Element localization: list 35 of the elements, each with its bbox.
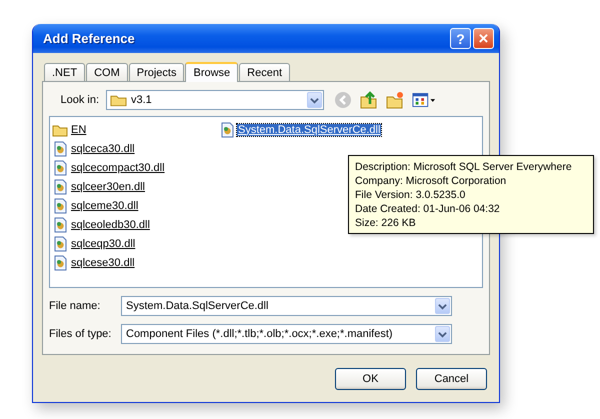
file-item[interactable]: sqlceca30.dll: [70, 142, 136, 154]
tooltip-text: Date Created: 01-Jun-06 04:32: [355, 202, 501, 216]
file-item[interactable]: sqlcese30.dll: [70, 256, 136, 268]
window-title: Add Reference: [43, 31, 135, 46]
file-item[interactable]: sqlceqp30.dll: [70, 238, 136, 250]
caret-icon[interactable]: [310, 96, 319, 104]
tab[interactable]: .NET: [44, 63, 86, 81]
caret-icon[interactable]: [438, 330, 447, 338]
view-menu-icon[interactable]: [412, 91, 436, 109]
caret-icon[interactable]: [438, 302, 447, 310]
tooltip-text: File Version: 3.0.5235.0: [355, 188, 466, 202]
tab[interactable]: Browse: [185, 62, 238, 82]
file-item[interactable]: sqlceme30.dll: [70, 200, 140, 212]
files-of-type-dropdown[interactable]: Component Files (*.dll;*.tlb;*.olb;*.ocx;*.exe;*.manifest): [121, 324, 452, 344]
files-of-type-label: Files of type:: [49, 328, 112, 340]
file-name-field[interactable]: System.Data.SqlServerCe.dll: [121, 296, 452, 316]
tooltip-text: Company: Microsoft Corporation: [355, 174, 508, 188]
tab[interactable]: COM: [86, 63, 128, 81]
look-in-label: Look in:: [59, 94, 99, 106]
ok-button[interactable]: OK: [335, 368, 406, 390]
tooltip-text: Size: 226 KB: [355, 216, 417, 230]
file-item[interactable]: EN: [70, 124, 88, 136]
new-folder-icon[interactable]: [386, 91, 404, 109]
folder-icon: [110, 93, 127, 107]
file-item[interactable]: sqlceer30en.dll: [70, 180, 146, 192]
file-item[interactable]: sqlceoledb30.dll: [70, 218, 151, 230]
tooltip-text: Description: Microsoft SQL Server Everywhere: [355, 160, 573, 174]
file-item[interactable]: sqlcecompact30.dll: [70, 162, 166, 174]
file-item[interactable]: System.Data.SqlServerCe.dll: [237, 124, 382, 136]
tab[interactable]: Projects: [128, 63, 184, 81]
look-in-dropdown[interactable]: v3.1: [106, 90, 324, 110]
file-name-label: File name:: [49, 300, 102, 312]
up-folder-icon[interactable]: [360, 91, 378, 109]
tab[interactable]: Recent: [239, 63, 290, 81]
cancel-button[interactable]: Cancel: [416, 368, 487, 390]
